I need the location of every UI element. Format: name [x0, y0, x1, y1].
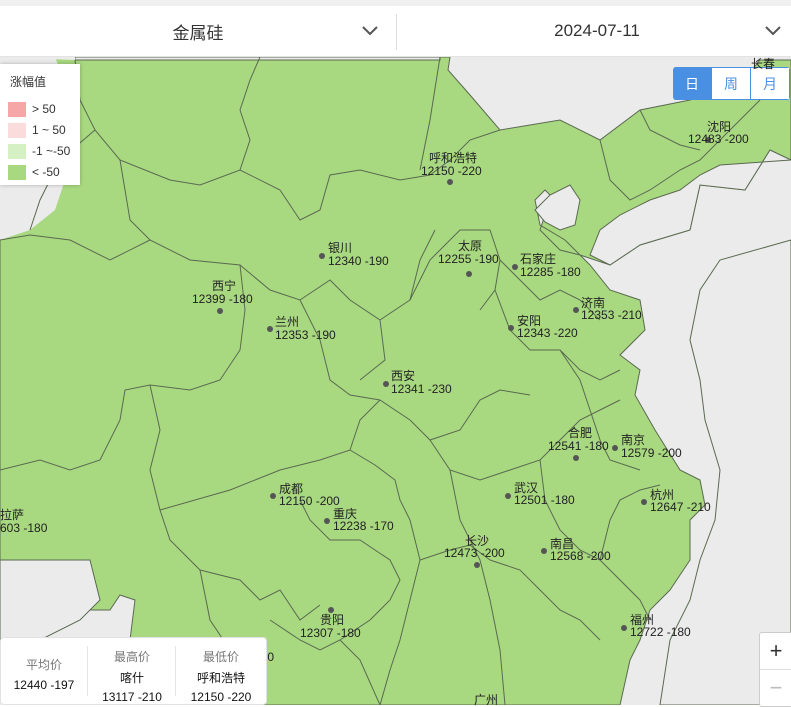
- southwest-gap: [0, 559, 101, 641]
- city-dot[interactable]: [541, 548, 547, 554]
- city-value-guiyang: 12307 -180: [300, 626, 361, 640]
- legend-item[interactable]: < -50: [8, 164, 60, 180]
- date-select-value: 2024-07-11: [554, 21, 640, 40]
- legend-swatch: [8, 143, 26, 159]
- city-dot[interactable]: [466, 271, 472, 277]
- zoom-out-button[interactable]: −: [760, 670, 791, 706]
- stat-value: 12150 -220: [190, 690, 252, 704]
- city-name: 长春: [751, 57, 776, 71]
- chevron-down-icon: [362, 26, 378, 36]
- legend-swatch: [8, 101, 26, 117]
- legend-item[interactable]: -1 ~-50: [8, 143, 70, 159]
- city-value-fuzhou: 12722 -180: [630, 625, 691, 639]
- city-dot[interactable]: [324, 518, 330, 524]
- legend-swatch: [8, 122, 26, 138]
- stat-divider: [175, 646, 176, 696]
- city-value-lhasa: 603 -180: [0, 521, 48, 535]
- stat-city: 喀什: [119, 671, 144, 685]
- stat-max: 最高价 喀什 13117 -210: [89, 638, 175, 704]
- city-dot[interactable]: [621, 625, 627, 631]
- zoom-control: + −: [759, 632, 791, 707]
- legend-item[interactable]: > 50: [8, 101, 56, 117]
- city-value-hangzhou: 12647 -210: [650, 500, 711, 514]
- outside-north: [74, 57, 441, 61]
- product-select[interactable]: 金属硅: [0, 6, 396, 56]
- product-select-value: 金属硅: [172, 23, 224, 43]
- stat-label: 最低价: [202, 650, 239, 664]
- city-value-huhehaote: 12150 -220: [421, 164, 482, 178]
- city-label-changchun[interactable]: 长春: [751, 58, 775, 71]
- city-value-xian: 12341 -230: [391, 382, 452, 396]
- legend: 涨幅值 > 50 1 ~ 50 -1 ~-50 < -50: [0, 64, 80, 185]
- city-value-nanjing: 12579 -200: [621, 446, 682, 460]
- city-dot[interactable]: [612, 445, 618, 451]
- city-value-hefei: 12541 -180: [548, 439, 609, 453]
- city-dot[interactable]: [641, 499, 647, 505]
- stat-average: 平均价 12440 -197: [1, 638, 87, 704]
- city-value-wuhan: 12501 -180: [514, 493, 575, 507]
- city-value-shenyang: 12483 -200: [688, 132, 749, 146]
- city-value-xining: 12399 -180: [192, 292, 253, 306]
- city-dot[interactable]: [512, 264, 518, 270]
- city-dot[interactable]: [270, 493, 276, 499]
- city-value-chengdu: 12150 -200: [279, 494, 340, 508]
- stat-value: 12440 -197: [13, 678, 75, 692]
- tab-day[interactable]: 日: [673, 67, 712, 100]
- stat-label: 最高价: [113, 650, 150, 664]
- legend-title: 涨幅值: [10, 75, 47, 89]
- price-stats-panel: 平均价 12440 -197 最高价 喀什 13117 -210 最低价 呼和浩…: [0, 637, 267, 705]
- city-value-anyang: 12343 -220: [517, 326, 578, 340]
- city-dot[interactable]: [217, 308, 223, 314]
- city-value-taiyuan: 12255 -190: [438, 252, 499, 266]
- legend-item-label: > 50: [32, 102, 56, 116]
- city-dot[interactable]: [508, 325, 514, 331]
- legend-item-label: -1 ~-50: [32, 144, 71, 158]
- city-name: 广州: [474, 693, 499, 707]
- stat-divider: [87, 646, 88, 696]
- city-dot[interactable]: [474, 562, 480, 568]
- date-select[interactable]: 2024-07-11: [397, 6, 791, 56]
- city-dot[interactable]: [267, 326, 273, 332]
- city-value-yinchuan: 12340 -190: [328, 254, 389, 268]
- zoom-in-button[interactable]: +: [760, 633, 791, 669]
- city-value-shijiazhuang: 12285 -180: [520, 265, 581, 279]
- legend-swatch: [8, 164, 26, 180]
- stat-min: 最低价 呼和浩特 12150 -220: [177, 638, 265, 704]
- city-dot[interactable]: [573, 455, 579, 461]
- legend-item-label: < -50: [32, 165, 60, 179]
- city-dot[interactable]: [505, 493, 511, 499]
- city-label-guangzhou[interactable]: 广州: [474, 694, 498, 707]
- city-value-changsha: 12473 -200: [444, 546, 505, 560]
- stat-city: 呼和浩特: [196, 671, 245, 685]
- tab-month[interactable]: 月: [750, 67, 790, 100]
- city-value-lanzhou: 12353 -190: [275, 328, 336, 342]
- city-value-nanchang: 12568 -200: [550, 549, 611, 563]
- period-tabs: 日 周 月: [673, 67, 790, 100]
- city-value-jinan: 12353 -210: [581, 308, 642, 322]
- city-dot[interactable]: [319, 253, 325, 259]
- tab-week[interactable]: 周: [711, 67, 751, 100]
- stat-value: 13117 -210: [102, 690, 162, 704]
- top-bar: 金属硅 2024-07-11: [0, 0, 791, 57]
- stat-label: 平均价: [25, 658, 62, 672]
- city-value-chongqing: 12238 -170: [333, 519, 394, 533]
- legend-item-label: 1 ~ 50: [32, 123, 66, 137]
- city-dot[interactable]: [383, 381, 389, 387]
- chevron-down-icon: [765, 26, 781, 36]
- city-dot[interactable]: [573, 307, 579, 313]
- legend-item[interactable]: 1 ~ 50: [8, 122, 66, 138]
- city-dot[interactable]: [447, 179, 453, 185]
